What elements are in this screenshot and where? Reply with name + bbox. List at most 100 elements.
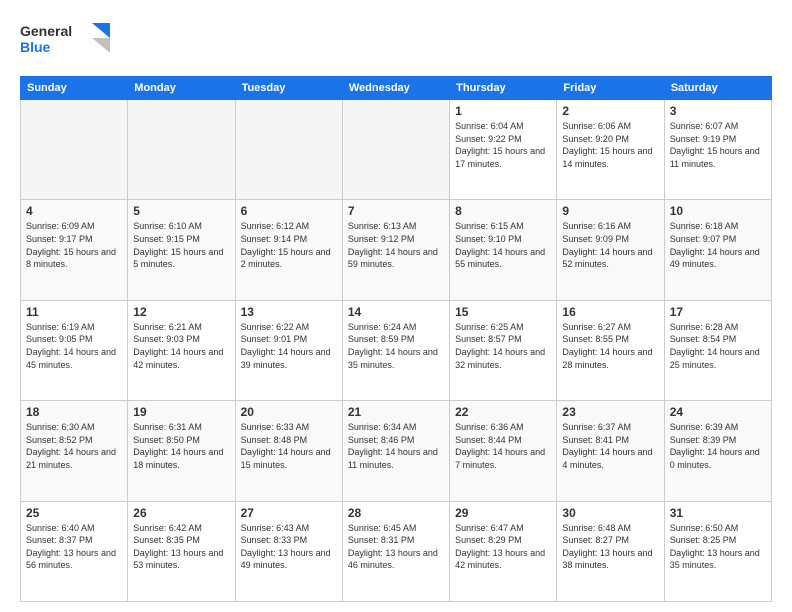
day-number: 1 [455,104,551,118]
day-info: Sunrise: 6:36 AM Sunset: 8:44 PM Dayligh… [455,421,551,471]
day-number: 8 [455,204,551,218]
page: General Blue SundayMondayTuesdayWednesda… [0,0,792,612]
day-cell: 13 Sunrise: 6:22 AM Sunset: 9:01 PM Dayli… [235,300,342,400]
day-cell: 9Sunrise: 6:16 AM Sunset: 9:09 PM Daylig… [557,200,664,300]
day-cell: 28 Sunrise: 6:45 AM Sunset: 8:31 PM Dayli… [342,501,449,601]
day-info: Sunrise: 6:28 AM Sunset: 8:54 PM Dayligh… [670,321,766,371]
day-number: 4 [26,204,122,218]
day-info: Sunrise: 6:42 AM Sunset: 8:35 PM Dayligh… [133,522,229,572]
day-info: Sunrise: 6:16 AM Sunset: 9:09 PM Dayligh… [562,220,658,270]
day-info: Sunrise: 6:25 AM Sunset: 8:57 PM Dayligh… [455,321,551,371]
day-cell: 23 Sunrise: 6:37 AM Sunset: 8:41 PM Dayli… [557,401,664,501]
day-number: 18 [26,405,122,419]
day-cell: 25Sunrise: 6:40 AM Sunset: 8:37 PM Dayli… [21,501,128,601]
day-cell: 3Sunrise: 6:07 AM Sunset: 9:19 PM Daylig… [664,100,771,200]
day-cell: 29 Sunrise: 6:47 AM Sunset: 8:29 PM Dayli… [450,501,557,601]
week-row-5: 25Sunrise: 6:40 AM Sunset: 8:37 PM Dayli… [21,501,772,601]
day-cell: 11Sunrise: 6:19 AM Sunset: 9:05 PM Dayli… [21,300,128,400]
calendar-table: SundayMondayTuesdayWednesdayThursdayFrid… [20,76,772,602]
day-number: 15 [455,305,551,319]
day-cell: 27Sunrise: 6:43 AM Sunset: 8:33 PM Dayli… [235,501,342,601]
day-cell: 17 Sunrise: 6:28 AM Sunset: 8:54 PM Dayli… [664,300,771,400]
weekday-header-row: SundayMondayTuesdayWednesdayThursdayFrid… [21,77,772,100]
weekday-header-tuesday: Tuesday [235,77,342,100]
day-info: Sunrise: 6:15 AM Sunset: 9:10 PM Dayligh… [455,220,551,270]
day-info: Sunrise: 6:22 AM Sunset: 9:01 PM Dayligh… [241,321,337,371]
week-row-2: 4 Sunrise: 6:09 AM Sunset: 9:17 PM Daylig… [21,200,772,300]
day-number: 31 [670,506,766,520]
day-cell: 6Sunrise: 6:12 AM Sunset: 9:14 PM Daylig… [235,200,342,300]
day-number: 14 [348,305,444,319]
day-cell: 19Sunrise: 6:31 AM Sunset: 8:50 PM Dayli… [128,401,235,501]
day-info: Sunrise: 6:39 AM Sunset: 8:39 PM Dayligh… [670,421,766,471]
weekday-header-saturday: Saturday [664,77,771,100]
week-row-4: 18 Sunrise: 6:30 AM Sunset: 8:52 PM Dayli… [21,401,772,501]
day-cell: 5Sunrise: 6:10 AM Sunset: 9:15 PM Daylig… [128,200,235,300]
day-number: 19 [133,405,229,419]
day-info: Sunrise: 6:13 AM Sunset: 9:12 PM Dayligh… [348,220,444,270]
day-info: Sunrise: 6:24 AM Sunset: 8:59 PM Dayligh… [348,321,444,371]
day-number: 24 [670,405,766,419]
day-cell [342,100,449,200]
day-info: Sunrise: 6:33 AM Sunset: 8:48 PM Dayligh… [241,421,337,471]
day-number: 21 [348,405,444,419]
day-number: 20 [241,405,337,419]
day-info: Sunrise: 6:30 AM Sunset: 8:52 PM Dayligh… [26,421,122,471]
day-info: Sunrise: 6:37 AM Sunset: 8:41 PM Dayligh… [562,421,658,471]
day-number: 11 [26,305,122,319]
day-cell: 18 Sunrise: 6:30 AM Sunset: 8:52 PM Dayli… [21,401,128,501]
day-cell: 8 Sunrise: 6:15 AM Sunset: 9:10 PM Daylig… [450,200,557,300]
day-cell: 12Sunrise: 6:21 AM Sunset: 9:03 PM Dayli… [128,300,235,400]
day-info: Sunrise: 6:45 AM Sunset: 8:31 PM Dayligh… [348,522,444,572]
day-cell: 14 Sunrise: 6:24 AM Sunset: 8:59 PM Dayli… [342,300,449,400]
day-cell: 20 Sunrise: 6:33 AM Sunset: 8:48 PM Dayli… [235,401,342,501]
weekday-header-thursday: Thursday [450,77,557,100]
day-number: 17 [670,305,766,319]
day-number: 25 [26,506,122,520]
day-number: 26 [133,506,229,520]
day-cell: 15 Sunrise: 6:25 AM Sunset: 8:57 PM Dayli… [450,300,557,400]
day-number: 23 [562,405,658,419]
day-cell: 16 Sunrise: 6:27 AM Sunset: 8:55 PM Dayli… [557,300,664,400]
day-number: 10 [670,204,766,218]
day-cell: 1 Sunrise: 6:04 AM Sunset: 9:22 PM Daylig… [450,100,557,200]
day-number: 30 [562,506,658,520]
day-info: Sunrise: 6:48 AM Sunset: 8:27 PM Dayligh… [562,522,658,572]
day-number: 7 [348,204,444,218]
week-row-1: 1 Sunrise: 6:04 AM Sunset: 9:22 PM Daylig… [21,100,772,200]
weekday-header-friday: Friday [557,77,664,100]
day-cell: 31Sunrise: 6:50 AM Sunset: 8:25 PM Dayli… [664,501,771,601]
weekday-header-monday: Monday [128,77,235,100]
day-info: Sunrise: 6:04 AM Sunset: 9:22 PM Dayligh… [455,120,551,170]
day-cell: 4 Sunrise: 6:09 AM Sunset: 9:17 PM Daylig… [21,200,128,300]
day-number: 16 [562,305,658,319]
day-cell: 2 Sunrise: 6:06 AM Sunset: 9:20 PM Daylig… [557,100,664,200]
weekday-header-wednesday: Wednesday [342,77,449,100]
day-cell: 7 Sunrise: 6:13 AM Sunset: 9:12 PM Daylig… [342,200,449,300]
day-info: Sunrise: 6:43 AM Sunset: 8:33 PM Dayligh… [241,522,337,572]
day-number: 2 [562,104,658,118]
day-info: Sunrise: 6:27 AM Sunset: 8:55 PM Dayligh… [562,321,658,371]
day-number: 22 [455,405,551,419]
day-info: Sunrise: 6:18 AM Sunset: 9:07 PM Dayligh… [670,220,766,270]
day-info: Sunrise: 6:06 AM Sunset: 9:20 PM Dayligh… [562,120,658,170]
svg-text:Blue: Blue [20,39,51,55]
day-info: Sunrise: 6:47 AM Sunset: 8:29 PM Dayligh… [455,522,551,572]
day-cell: 24 Sunrise: 6:39 AM Sunset: 8:39 PM Dayli… [664,401,771,501]
day-number: 12 [133,305,229,319]
svg-text:General: General [20,23,72,39]
day-number: 5 [133,204,229,218]
logo-text: General Blue [20,18,115,68]
day-cell: 22 Sunrise: 6:36 AM Sunset: 8:44 PM Dayli… [450,401,557,501]
week-row-3: 11Sunrise: 6:19 AM Sunset: 9:05 PM Dayli… [21,300,772,400]
day-info: Sunrise: 6:07 AM Sunset: 9:19 PM Dayligh… [670,120,766,170]
day-number: 28 [348,506,444,520]
day-info: Sunrise: 6:09 AM Sunset: 9:17 PM Dayligh… [26,220,122,270]
header: General Blue [20,18,772,68]
logo: General Blue [20,18,115,68]
weekday-header-sunday: Sunday [21,77,128,100]
day-cell: 10 Sunrise: 6:18 AM Sunset: 9:07 PM Dayli… [664,200,771,300]
day-number: 29 [455,506,551,520]
day-number: 13 [241,305,337,319]
day-cell: 21Sunrise: 6:34 AM Sunset: 8:46 PM Dayli… [342,401,449,501]
